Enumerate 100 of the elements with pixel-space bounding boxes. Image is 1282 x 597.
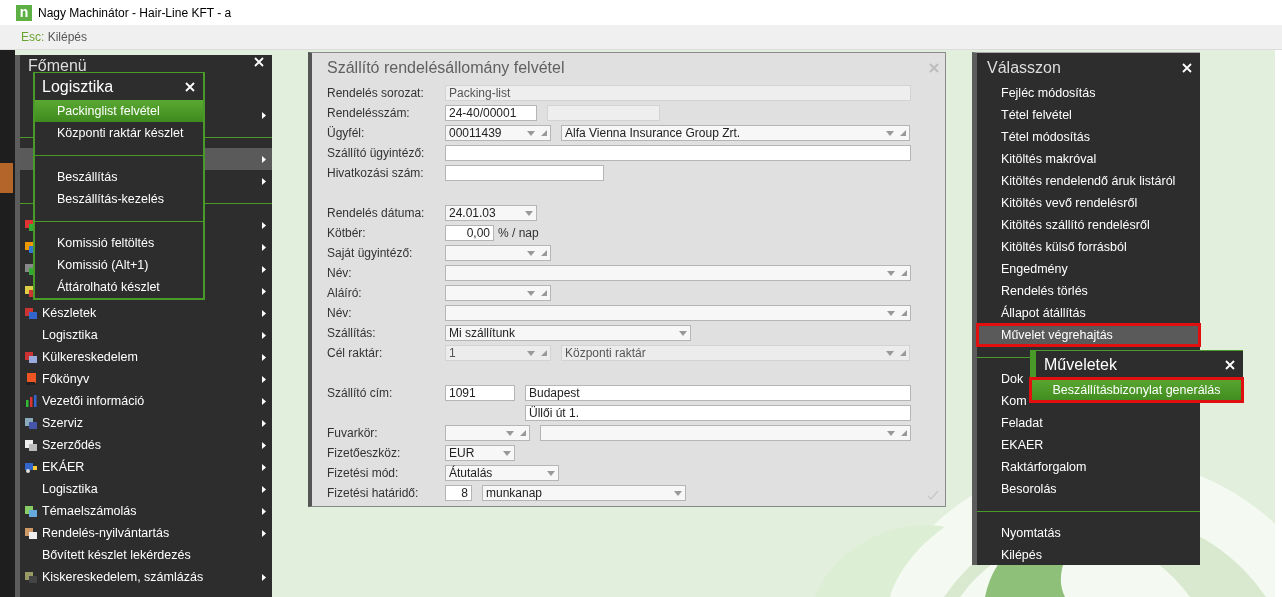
menu-item[interactable]: Főkönyv — [20, 368, 272, 390]
menu-title: Műveletek — [1044, 355, 1117, 374]
menu-item[interactable]: Rendelés-nyilvántartás — [20, 522, 272, 544]
exit-button[interactable]: Esc: Kilépés — [18, 28, 91, 46]
input-field[interactable]: 8 — [445, 485, 472, 501]
input-field[interactable]: Budapest — [525, 385, 911, 401]
combo-box[interactable]: Átutalás — [445, 465, 559, 481]
menu-item[interactable]: Kitöltés szállító rendelésről — [977, 214, 1200, 236]
menu-title: Logisztika — [42, 77, 114, 96]
field-label: Aláíró: — [327, 286, 363, 300]
caret-icon — [887, 270, 895, 276]
menu-item[interactable]: Kitöltés rendelendő áruk listáról — [977, 170, 1200, 192]
blocks-icon — [25, 307, 37, 319]
menu-item[interactable]: Beszállítás — [35, 166, 203, 188]
menu-item[interactable]: Kiskereskedelem, számlázás — [20, 566, 272, 588]
menu-item[interactable]: Raktárforgalom — [977, 456, 1200, 478]
menu-item[interactable]: Külkereskedelem — [20, 346, 272, 368]
menu-item[interactable]: Kitöltés makróval — [977, 148, 1200, 170]
menu-item[interactable]: Packinglist felvétel — [35, 100, 203, 122]
menu-item[interactable]: Készletek — [20, 302, 272, 324]
menu-item[interactable]: Bővített készlet lekérdezés — [20, 544, 272, 566]
menu-item[interactable]: Beszállításbizonylat generálás — [1030, 378, 1243, 402]
menu-item[interactable]: Fejléc módosítás — [977, 82, 1200, 104]
resize-grip-icon — [520, 430, 526, 436]
combo-box[interactable]: 24.01.03 — [445, 205, 537, 221]
field-label: Fizetési mód: — [327, 466, 400, 480]
combo-box[interactable]: EUR — [445, 445, 515, 461]
resize-grip-icon — [900, 350, 906, 356]
resize-grip-icon — [901, 310, 907, 316]
combo-box[interactable]: Alfa Vienna Insurance Group Zrt. — [561, 125, 910, 141]
menu-item[interactable]: Besorolás — [977, 478, 1200, 500]
menu-item[interactable]: Rendelés törlés — [977, 280, 1200, 302]
field-label: Kötbér: — [327, 226, 367, 240]
menu-item[interactable]: Nyomtatás — [977, 522, 1200, 544]
menu-item[interactable]: Vezetői információ — [20, 390, 272, 412]
menu-title: Válasszon — [987, 58, 1061, 77]
caret-icon — [525, 210, 533, 216]
menu-title: Főmenü — [28, 57, 87, 75]
menu-item[interactable]: Szerződés — [20, 434, 272, 456]
input-field[interactable] — [445, 165, 604, 181]
combo-box[interactable] — [445, 245, 551, 261]
input-field[interactable]: 24-40/00001 — [445, 105, 537, 121]
menu-item[interactable]: Logisztika — [20, 478, 272, 500]
combo-box[interactable] — [445, 305, 911, 321]
menu-item[interactable]: Kilépés — [977, 544, 1200, 566]
menu-item[interactable]: Tétel módosítás — [977, 126, 1200, 148]
menu-item[interactable]: Központi raktár készlet — [35, 122, 203, 144]
menu-item[interactable]: Tétel felvétel — [977, 104, 1200, 126]
caret-icon — [887, 430, 895, 436]
bar-chart-icon — [25, 395, 37, 407]
field-label: Rendelésszám: — [327, 106, 411, 120]
caret-icon — [503, 450, 511, 456]
field-label: Hivatkozási szám: — [327, 166, 425, 180]
caret-icon — [527, 250, 535, 256]
input-field[interactable]: Üllői út 1. — [525, 405, 911, 421]
app-logo: n — [16, 4, 32, 21]
menu-item[interactable]: Állapot átállítás — [977, 302, 1200, 324]
combo-box[interactable] — [445, 285, 551, 301]
combo-box[interactable] — [445, 425, 530, 441]
caret-icon — [527, 350, 535, 356]
field-label: Cél raktár: — [327, 346, 384, 360]
resize-grip-icon — [900, 130, 906, 136]
resize-grip-icon — [541, 250, 547, 256]
combo-box[interactable]: 00011439 — [445, 125, 551, 141]
caret-icon — [887, 310, 895, 316]
checkmark-icon[interactable] — [927, 490, 939, 500]
combo-box[interactable]: Mi szállítunk — [445, 325, 691, 341]
input-field[interactable]: 0,00 — [445, 225, 494, 241]
menu-item[interactable]: Komissió feltöltés — [35, 232, 203, 254]
menu-item[interactable]: Művelet végrehajtás — [977, 324, 1200, 346]
menu-item[interactable]: Engedmény — [977, 258, 1200, 280]
field-label: Fuvarkör: — [327, 426, 379, 440]
field-label: Rendelés sorozat: — [327, 86, 425, 100]
window-title: Nagy Machinátor - Hair-Line KFT - a — [38, 5, 232, 20]
resize-grip-icon — [901, 430, 907, 436]
menu-item[interactable]: EKÁER — [20, 456, 272, 478]
menu-item[interactable]: Komissió (Alt+1) — [35, 254, 203, 276]
caret-icon — [886, 130, 894, 136]
resize-grip-icon — [901, 270, 907, 276]
combo-box[interactable] — [540, 425, 911, 441]
menu-item[interactable]: EKAER — [977, 434, 1200, 456]
combo-box[interactable] — [445, 265, 911, 281]
menu-item[interactable]: Szerviz — [20, 412, 272, 434]
input-field[interactable]: 1091 — [445, 385, 515, 401]
unit-label: % / nap — [498, 226, 539, 240]
input-field[interactable] — [445, 145, 911, 161]
menu-item[interactable]: Témaelszámolás — [20, 500, 272, 522]
menu-item[interactable]: Feladat — [977, 412, 1200, 434]
caret-icon — [527, 130, 535, 136]
field-label: Szállítás: — [327, 326, 377, 340]
menu-item[interactable]: Kitöltés vevő rendelésről — [977, 192, 1200, 214]
menu-item[interactable]: Kitöltés külső forrásból — [977, 236, 1200, 258]
menu-item[interactable]: Beszállítás-kezelés — [35, 188, 203, 210]
dialog-title: Szállító rendelésállomány felvétel — [327, 59, 565, 77]
menu-item[interactable]: Áttárolható készlet — [35, 276, 203, 298]
menu-item[interactable]: Logisztika — [20, 324, 272, 346]
combo-box[interactable]: munkanap — [482, 485, 686, 501]
field-label: Név: — [327, 266, 353, 280]
field-label: Saját ügyintéző: — [327, 246, 414, 260]
field-label: Fizetőeszköz: — [327, 446, 402, 460]
